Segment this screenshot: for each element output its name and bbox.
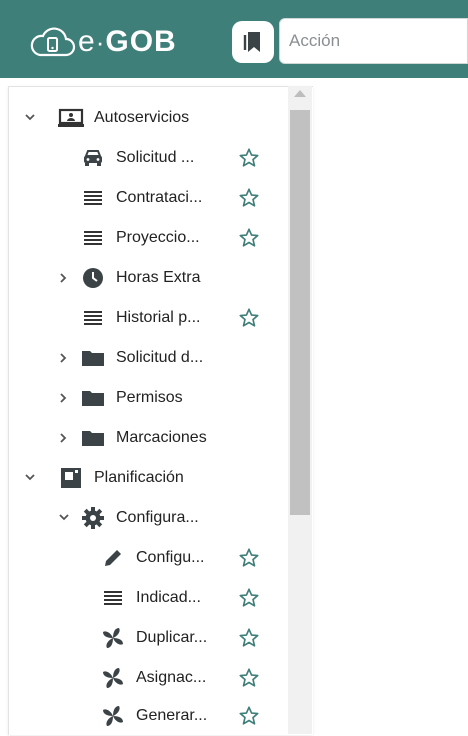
menu-item-planificacion[interactable]: Planificación bbox=[24, 458, 184, 498]
monitor-icon bbox=[58, 105, 84, 131]
chevron-right-icon[interactable] bbox=[58, 351, 68, 367]
menu-item-configu[interactable]: Configu... bbox=[100, 538, 270, 578]
chevron-right-icon[interactable] bbox=[58, 391, 68, 407]
star-icon[interactable] bbox=[238, 547, 260, 569]
menu-item-label: Horas Extra bbox=[116, 269, 201, 286]
chevron-right-icon[interactable] bbox=[58, 431, 68, 447]
gear-icon bbox=[80, 505, 106, 531]
list-icon bbox=[100, 585, 126, 611]
menu-item-label: Generar... bbox=[136, 707, 208, 724]
list-icon bbox=[80, 305, 106, 331]
star-icon[interactable] bbox=[238, 307, 260, 329]
menu-item-horas-extra[interactable]: Horas Extra bbox=[58, 258, 200, 298]
menu-item-label: Configu... bbox=[136, 549, 205, 566]
menu-item-label: Permisos bbox=[116, 389, 183, 406]
clock-icon bbox=[80, 265, 106, 291]
star-icon[interactable] bbox=[238, 705, 260, 727]
menu-item-label: Indicad... bbox=[136, 589, 201, 606]
menu-item-label: Proyeccio... bbox=[116, 229, 200, 246]
menu-item-label: Marcaciones bbox=[116, 429, 207, 446]
menu-item-solicitud[interactable]: Solicitud ... bbox=[80, 138, 270, 178]
menu-item-historial[interactable]: Historial p... bbox=[80, 298, 270, 338]
menu-item-label: Autoservicios bbox=[94, 109, 190, 126]
chevron-down-icon[interactable] bbox=[24, 470, 36, 486]
menu-item-permisos[interactable]: Permisos bbox=[58, 378, 183, 418]
brand-gob: GOB bbox=[105, 25, 177, 58]
menu-item-configuracion[interactable]: Configura... bbox=[58, 498, 199, 538]
folder-icon bbox=[80, 425, 106, 451]
menu-item-label: Planificación bbox=[94, 469, 184, 486]
pinwheel-icon bbox=[100, 625, 126, 651]
chevron-right-icon[interactable] bbox=[58, 271, 68, 287]
sidebar-scrollbar[interactable] bbox=[288, 86, 312, 734]
brand-dot: · bbox=[95, 26, 105, 57]
star-icon[interactable] bbox=[238, 587, 260, 609]
menu-item-label: Duplicar... bbox=[136, 629, 208, 646]
star-icon[interactable] bbox=[238, 187, 260, 209]
menu-item-label: Contrataci... bbox=[116, 189, 203, 206]
action-search-input[interactable] bbox=[279, 18, 468, 64]
menu-item-label: Historial p... bbox=[116, 309, 201, 326]
menu-item-duplicar[interactable]: Duplicar... bbox=[100, 618, 270, 658]
planner-icon bbox=[58, 465, 84, 491]
folder-icon bbox=[80, 345, 106, 371]
pinwheel-icon bbox=[100, 665, 126, 691]
menu-item-label: Solicitud d... bbox=[116, 349, 204, 366]
pencil-icon bbox=[100, 545, 126, 571]
menu-item-proyeccion[interactable]: Proyeccio... bbox=[80, 218, 270, 258]
list-icon bbox=[80, 225, 106, 251]
menu-item-indicadores[interactable]: Indicad... bbox=[100, 578, 270, 618]
menu-item-solicitud-folder[interactable]: Solicitud d... bbox=[58, 338, 203, 378]
star-icon[interactable] bbox=[238, 627, 260, 649]
cloud-logo-icon bbox=[30, 27, 76, 57]
scroll-thumb[interactable] bbox=[290, 110, 310, 515]
scroll-up-arrow-icon[interactable] bbox=[294, 90, 306, 97]
menu-item-autoservicios[interactable]: Autoservicios bbox=[24, 98, 189, 138]
folder-icon bbox=[80, 385, 106, 411]
star-icon[interactable] bbox=[238, 667, 260, 689]
brand-e: e bbox=[78, 25, 95, 58]
chevron-down-icon[interactable] bbox=[24, 110, 36, 126]
bookmark-icon bbox=[243, 32, 260, 52]
star-icon[interactable] bbox=[238, 227, 260, 249]
menu-item-label: Solicitud ... bbox=[116, 149, 195, 166]
pinwheel-icon bbox=[100, 703, 126, 729]
menu-item-generar[interactable]: Generar... bbox=[100, 696, 270, 736]
chevron-down-icon[interactable] bbox=[58, 510, 70, 526]
car-icon bbox=[80, 145, 106, 171]
menu-item-marcaciones[interactable]: Marcaciones bbox=[58, 418, 207, 458]
menu-item-label: Asignac... bbox=[136, 669, 207, 686]
star-icon[interactable] bbox=[238, 147, 260, 169]
menu-item-contratacion[interactable]: Contrataci... bbox=[80, 178, 270, 218]
list-icon bbox=[80, 185, 106, 211]
brand-logo[interactable]: e · GOB bbox=[28, 22, 177, 62]
menu-item-label: Configura... bbox=[116, 509, 199, 526]
bookmarks-button[interactable] bbox=[232, 21, 274, 63]
menu-item-asignacion[interactable]: Asignac... bbox=[100, 658, 270, 698]
